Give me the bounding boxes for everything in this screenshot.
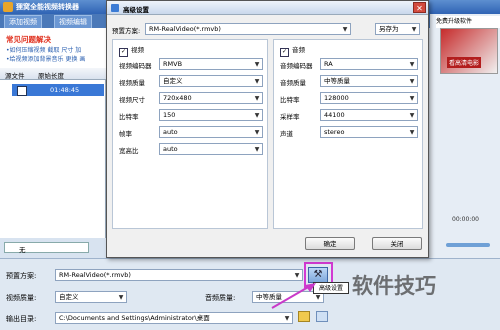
close-button[interactable]: 关闭 (372, 237, 422, 250)
video-field-label: 视频尺寸 (119, 96, 145, 104)
video-field-label: 帧率 (119, 130, 132, 138)
chevron-down-icon: ▼ (294, 272, 300, 279)
chevron-down-icon: ▼ (342, 26, 348, 33)
audio-field-label: 音频编码器 (280, 62, 313, 70)
video-group: ✓ 视频 视频编码器 RMVB ▼ 视频质量 自定义 ▼ 视频尺寸 720x480 ▼ … (112, 39, 268, 229)
upgrade-link[interactable]: 免费升级软件 (436, 16, 500, 28)
preset-label: 预置方案: (112, 27, 141, 35)
chevron-down-icon: ▼ (409, 61, 415, 68)
video-quality-value: 自定义 (59, 293, 79, 301)
dialog-title: 高级设置 (123, 6, 149, 14)
video-quality-select[interactable]: 自定义 ▼ (55, 291, 127, 303)
audio-field-label: 音频质量 (280, 79, 306, 87)
file-list-header: 源文件 原始长度 (0, 68, 106, 80)
file-checkbox[interactable] (17, 86, 27, 96)
column-source[interactable]: 源文件 (5, 70, 25, 80)
file-row[interactable]: 01:48:45 (12, 84, 104, 96)
app-title: 狸窝全能视频转换器 (16, 3, 79, 11)
chevron-down-icon: ▼ (254, 78, 260, 85)
chevron-down-icon: ▼ (284, 315, 290, 322)
dialog-title-bar: 高级设置 ✕ (107, 1, 428, 15)
chevron-down-icon: ▼ (409, 112, 415, 119)
save-as-label: 另存为 (379, 25, 399, 33)
bottom-preset-value: RM-RealVideo(*.rmvb) (59, 271, 131, 279)
video-aspect-select[interactable]: auto ▼ (159, 143, 263, 155)
close-icon[interactable]: ✕ (413, 2, 426, 13)
audio-encoder-select[interactable]: RA ▼ (320, 58, 418, 70)
video-size-select[interactable]: 720x480 ▼ (159, 92, 263, 104)
watermark-text: 软件技巧 (352, 274, 436, 298)
preset-select[interactable]: RM-RealVideo(*.rmvb) ▼ (145, 23, 351, 35)
audio-quality-select[interactable]: 中等质量 ▼ (320, 75, 418, 87)
video-quality-select[interactable]: 自定义 ▼ (159, 75, 263, 87)
faq-heading: 常见问题解决 (6, 35, 51, 44)
chevron-down-icon: ▼ (409, 129, 415, 136)
video-quality-label: 视频质量: (6, 294, 37, 302)
volume-slider[interactable] (446, 243, 490, 247)
output-dir-input[interactable]: C:\Documents and Settings\Administrator\… (55, 312, 293, 324)
bottom-preset-select[interactable]: RM-RealVideo(*.rmvb) ▼ (55, 269, 303, 281)
chevron-down-icon: ▼ (254, 112, 260, 119)
chevron-down-icon: ▼ (254, 146, 260, 153)
settings-icon (111, 4, 119, 12)
video-bitrate-select[interactable]: 150 ▼ (159, 109, 263, 121)
audio-bitrate-select[interactable]: 128000 ▼ (320, 92, 418, 104)
faq-panel: 常见问题解决 •如何压缩视频 截取 尺寸 加 •给视频添加背景音乐 更换 画 (0, 28, 106, 68)
video-group-header[interactable]: ✓ 视频 (119, 44, 144, 57)
preset-value: RM-RealVideo(*.rmvb) (149, 25, 221, 33)
promo-image[interactable]: 看高清电影 (440, 28, 498, 74)
audio-channel-select[interactable]: stereo ▼ (320, 126, 418, 138)
chevron-down-icon: ▼ (409, 78, 415, 85)
audio-field-label: 声道 (280, 130, 293, 138)
subtitle-select-value: 无 (19, 246, 26, 254)
chevron-down-icon: ▼ (118, 294, 124, 301)
file-duration: 01:48:45 (50, 86, 80, 94)
video-field-label: 视频质量 (119, 79, 145, 87)
promo-label: 看高清电影 (447, 57, 482, 68)
audio-quality-label: 音频质量: (205, 294, 236, 302)
audio-field-label: 采样率 (280, 113, 300, 121)
folder-icon[interactable] (298, 311, 310, 322)
audio-group: ✓ 音频 音频编码器 RA ▼ 音频质量 中等质量 ▼ 比特率 128000 ▼ 采样率… (273, 39, 423, 229)
chevron-down-icon: ▼ (254, 129, 260, 136)
edit-video-button[interactable]: 视频编辑 (54, 15, 92, 29)
chevron-down-icon: ▼ (409, 95, 415, 102)
output-dir-value: C:\Documents and Settings\Administrator\… (59, 314, 210, 322)
save-as-button[interactable]: 另存为 ▼ (375, 23, 420, 35)
video-encoder-select[interactable]: RMVB ▼ (159, 58, 263, 70)
bottom-preset-label: 预置方案: (6, 272, 37, 280)
audio-field-label: 比特率 (280, 96, 300, 104)
chevron-down-icon: ▼ (254, 61, 260, 68)
subtitle-select[interactable]: 无 (4, 242, 89, 254)
video-field-label: 比特率 (119, 113, 139, 121)
video-field-label: 视频编码器 (119, 62, 152, 70)
ok-button[interactable]: 确定 (305, 237, 355, 250)
column-duration[interactable]: 原始长度 (38, 70, 64, 80)
video-checkbox[interactable]: ✓ (119, 48, 128, 57)
output-dir-label: 输出目录: (6, 315, 37, 323)
audio-checkbox[interactable]: ✓ (280, 48, 289, 57)
audio-group-header[interactable]: ✓ 音频 (280, 44, 305, 57)
app-icon (3, 2, 13, 12)
faq-link[interactable]: •给视频添加背景音乐 更换 画 (6, 54, 85, 63)
pointer-arrow (271, 283, 316, 309)
add-video-button[interactable]: 添加视频 (4, 15, 42, 29)
faq-link[interactable]: •如何压缩视频 截取 尺寸 加 (6, 45, 81, 54)
open-folder-button[interactable] (316, 311, 328, 322)
chevron-down-icon: ▼ (254, 95, 260, 102)
preview-time: 00:00:00 (452, 216, 479, 223)
advanced-settings-dialog: 高级设置 ✕ 预置方案: RM-RealVideo(*.rmvb) ▼ 另存为 … (106, 0, 429, 258)
chevron-down-icon: ▼ (411, 26, 417, 33)
audio-samplerate-select[interactable]: 44100 ▼ (320, 109, 418, 121)
video-framerate-select[interactable]: auto ▼ (159, 126, 263, 138)
video-field-label: 宽高比 (119, 147, 139, 155)
